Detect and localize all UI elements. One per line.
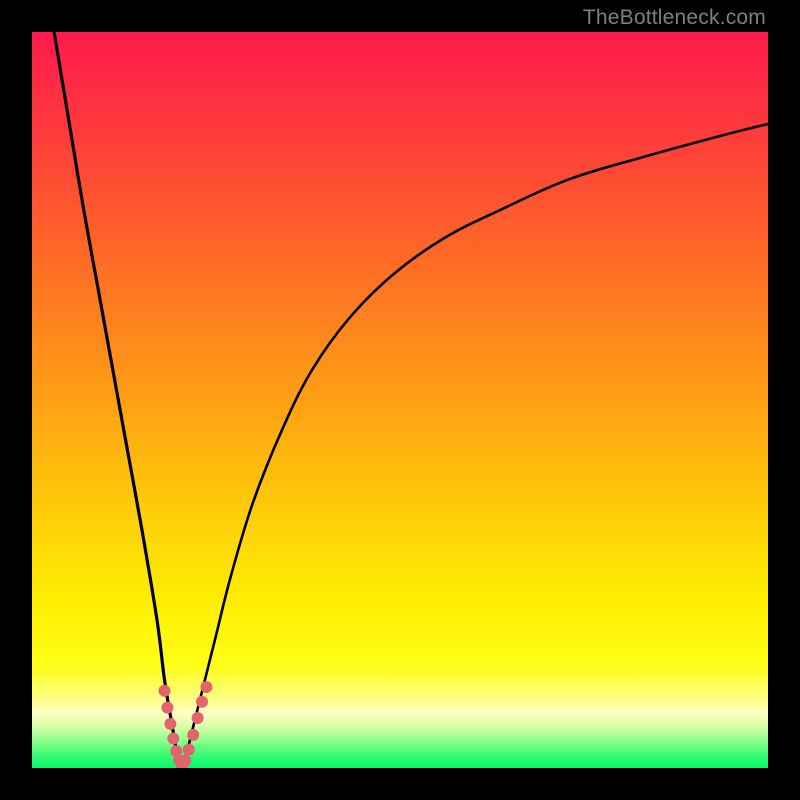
valley-marker: [158, 685, 170, 697]
valley-marker: [179, 755, 191, 767]
outer-frame: TheBottleneck.com: [0, 0, 800, 800]
valley-marker: [187, 729, 199, 741]
plot-area: [32, 32, 768, 768]
valley-marker: [200, 681, 212, 693]
valley-marker: [196, 696, 208, 708]
curve-right-branch: [181, 124, 768, 768]
valley-marker: [167, 733, 179, 745]
valley-marker: [192, 712, 204, 724]
valley-marker-group: [158, 681, 212, 768]
valley-marker: [161, 702, 173, 714]
chart-curves: [32, 32, 768, 768]
valley-marker: [183, 744, 195, 756]
valley-marker: [164, 718, 176, 730]
watermark-text: TheBottleneck.com: [583, 6, 766, 30]
curve-left-branch: [54, 32, 181, 768]
